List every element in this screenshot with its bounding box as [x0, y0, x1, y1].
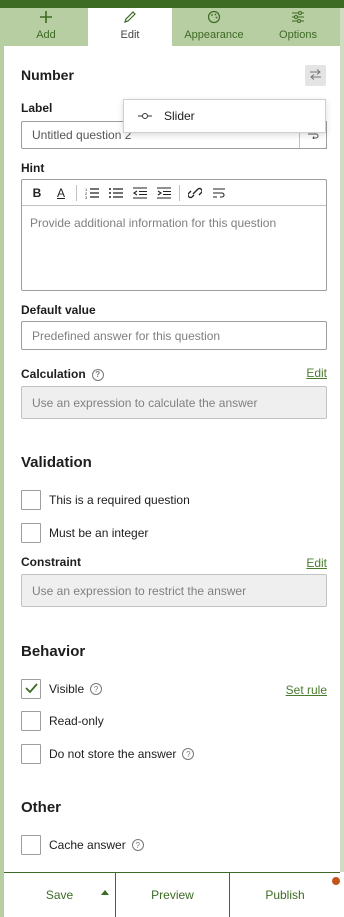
- label-heading: Label: [21, 101, 53, 115]
- calculation-label: Calculation: [21, 367, 86, 381]
- tab-edit-label: Edit: [120, 29, 140, 41]
- swap-icon: [309, 67, 322, 85]
- constraint-input[interactable]: Use an expression to restrict the answer: [21, 574, 327, 607]
- plus-icon: [38, 9, 54, 25]
- preview-label: Preview: [151, 888, 194, 902]
- constraint-placeholder: Use an expression to restrict the answer: [32, 583, 247, 598]
- integer-label: Must be an integer: [49, 526, 149, 540]
- constraint-heading: Constraint: [21, 555, 81, 569]
- tab-add-label: Add: [36, 29, 56, 41]
- default-value-heading: Default value: [21, 303, 96, 317]
- behavior-title: Behavior: [21, 643, 86, 660]
- change-type-button[interactable]: [305, 65, 326, 86]
- validation-title: Validation: [21, 454, 92, 471]
- calculation-placeholder: Use an expression to calculate the answe…: [32, 395, 258, 410]
- tab-appearance[interactable]: Appearance: [172, 8, 256, 46]
- hint-placeholder: Provide additional information for this …: [30, 216, 277, 230]
- help-icon[interactable]: ?: [91, 368, 104, 381]
- cache-checkbox[interactable]: [21, 835, 41, 855]
- required-checkbox[interactable]: [21, 490, 41, 510]
- tab-edit[interactable]: Edit: [88, 8, 172, 46]
- tab-add[interactable]: Add: [4, 8, 88, 46]
- slider-menu-item[interactable]: Slider: [164, 109, 195, 123]
- question-type-menu: Slider: [123, 99, 326, 133]
- help-icon[interactable]: ?: [182, 748, 195, 760]
- do-not-store-option[interactable]: Do not store the answer ?: [21, 744, 195, 764]
- calculation-edit-link[interactable]: Edit: [306, 366, 327, 380]
- calculation-heading: Calculation?: [21, 367, 104, 381]
- bullet-list-icon[interactable]: [107, 184, 125, 202]
- constraint-edit-link[interactable]: Edit: [306, 556, 327, 570]
- hint-editor[interactable]: B A 123 Provide additional information f…: [21, 179, 327, 291]
- palette-icon: [206, 9, 222, 25]
- integer-option[interactable]: Must be an integer: [21, 523, 148, 543]
- tab-appearance-label: Appearance: [184, 29, 244, 41]
- visible-checkbox[interactable]: [21, 679, 41, 699]
- readonly-option[interactable]: Read-only: [21, 711, 104, 731]
- other-title: Other: [21, 799, 62, 816]
- publish-button[interactable]: Publish: [230, 873, 340, 917]
- required-option[interactable]: This is a required question: [21, 490, 190, 510]
- toolbar-divider: [179, 184, 180, 201]
- hint-toolbar: B A 123: [22, 180, 326, 206]
- checkmark-icon: [24, 682, 38, 696]
- slider-icon: [138, 112, 156, 120]
- text-wrap-icon[interactable]: [210, 184, 228, 202]
- save-label: Save: [45, 888, 74, 902]
- footer-bar: Save Preview Publish: [4, 872, 340, 917]
- question-type-title: Number: [21, 67, 74, 83]
- save-button[interactable]: Save: [4, 873, 116, 917]
- label-input-value: Untitled question 2: [32, 128, 132, 142]
- readonly-label: Read-only: [49, 714, 104, 728]
- scrollbar[interactable]: [340, 8, 344, 872]
- svg-text:3: 3: [85, 195, 88, 199]
- visible-option[interactable]: Visible ?: [21, 679, 103, 699]
- sliders-icon: [290, 9, 306, 25]
- readonly-checkbox[interactable]: [21, 711, 41, 731]
- outdent-icon[interactable]: [131, 184, 149, 202]
- pencil-icon: [122, 9, 138, 25]
- visible-label: Visible: [49, 682, 85, 696]
- caret-up-icon[interactable]: [101, 890, 109, 895]
- do-not-store-label: Do not store the answer: [49, 747, 177, 761]
- font-color-icon[interactable]: A: [52, 184, 70, 202]
- edit-panel: Number Label Untitled question 2 Hint B …: [4, 46, 340, 872]
- notification-dot: [332, 877, 340, 885]
- required-label: This is a required question: [49, 493, 190, 507]
- tab-options[interactable]: Options: [256, 8, 340, 46]
- help-icon[interactable]: ?: [131, 839, 144, 851]
- hint-heading: Hint: [21, 161, 45, 175]
- top-accent-bar: [0, 0, 344, 8]
- set-rule-link[interactable]: Set rule: [286, 683, 327, 697]
- help-icon[interactable]: ?: [90, 683, 103, 695]
- integer-checkbox[interactable]: [21, 523, 41, 543]
- cache-option[interactable]: Cache answer ?: [21, 835, 144, 855]
- indent-icon[interactable]: [155, 184, 173, 202]
- numbered-list-icon[interactable]: 123: [83, 184, 101, 202]
- cache-label: Cache answer: [49, 838, 126, 852]
- tab-bar: Add Edit Appearance Options: [4, 8, 340, 46]
- bold-icon[interactable]: B: [28, 184, 46, 202]
- calculation-input[interactable]: Use an expression to calculate the answe…: [21, 386, 327, 419]
- publish-label: Publish: [265, 888, 305, 902]
- toolbar-divider: [76, 184, 77, 201]
- default-value-placeholder: Predefined answer for this question: [32, 328, 221, 343]
- default-value-input[interactable]: Predefined answer for this question: [21, 321, 327, 350]
- preview-button[interactable]: Preview: [116, 873, 230, 917]
- do-not-store-checkbox[interactable]: [21, 744, 41, 764]
- tab-options-label: Options: [279, 29, 317, 41]
- link-icon[interactable]: [186, 184, 204, 202]
